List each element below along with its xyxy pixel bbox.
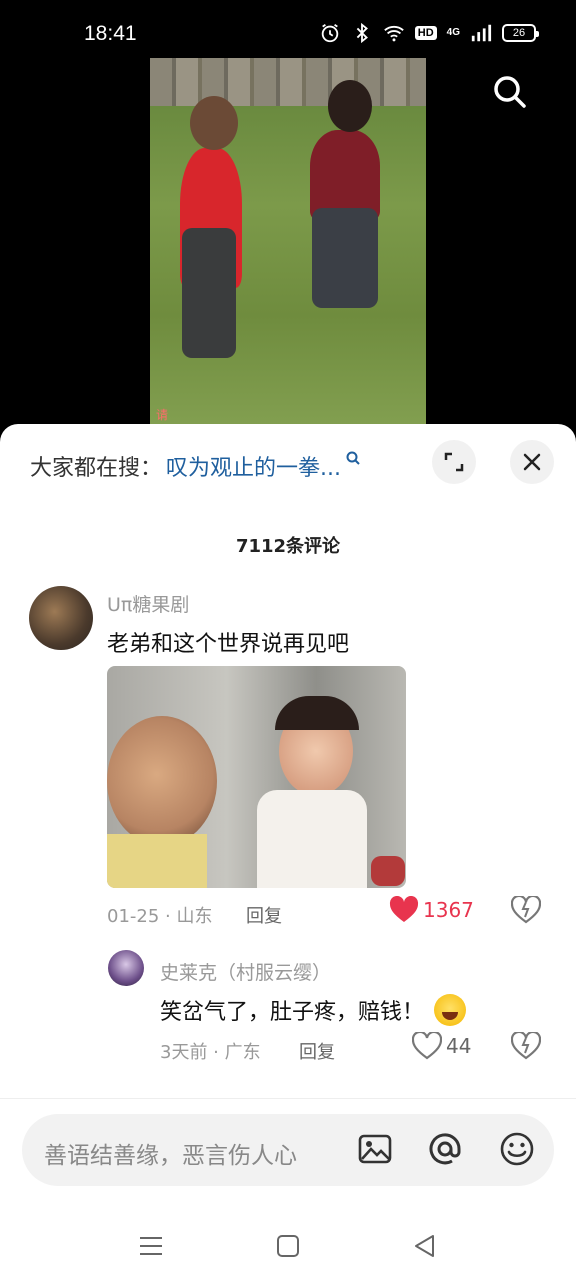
video-child-legs xyxy=(312,208,378,308)
reply-button[interactable]: 回复 xyxy=(246,902,282,928)
close-button[interactable] xyxy=(510,440,554,484)
reply-date-location: 3天前 · 广东 xyxy=(160,1042,261,1063)
reply-text-row: 笑岔气了，肚子疼，赔钱！ xyxy=(160,994,467,1026)
reply-text: 笑岔气了，肚子疼，赔钱！ xyxy=(160,1000,425,1025)
reply-username[interactable]: 史莱克（村服云缨） xyxy=(160,958,331,985)
dislike-icon[interactable] xyxy=(511,896,541,924)
alarm-icon xyxy=(321,23,339,43)
comment-sheet: 大家都在搜： 叹为观止的一拳... 7112条评论 Uπ糖果剧 老弟和这个世界说… xyxy=(0,424,576,1280)
signal-icon xyxy=(471,24,492,42)
video-child-legs-2 xyxy=(182,228,236,358)
like-button[interactable]: 1367 xyxy=(389,896,474,924)
home-icon[interactable] xyxy=(274,1232,302,1260)
video-child-maroon xyxy=(310,130,380,220)
comment-text: 老弟和这个世界说再见吧 xyxy=(107,632,350,657)
heart-icon xyxy=(389,896,419,922)
trending-search-prefix: 大家都在搜： xyxy=(30,456,163,481)
image-girl-body xyxy=(257,790,367,888)
back-icon[interactable] xyxy=(411,1232,439,1260)
status-time: 18:41 xyxy=(84,22,137,45)
image-icon[interactable] xyxy=(356,1130,394,1168)
search-icon[interactable] xyxy=(490,72,530,112)
video-child-head-2 xyxy=(328,80,372,132)
status-bar: 18:41 HD 4G 26 xyxy=(0,0,576,58)
image-girl-hair xyxy=(275,696,359,730)
comments-count: 7112条评论 xyxy=(235,536,341,557)
at-icon[interactable] xyxy=(426,1130,464,1168)
reply-avatar[interactable] xyxy=(108,950,144,986)
close-icon xyxy=(523,453,541,471)
like-count: 1367 xyxy=(423,898,474,922)
status-icons: HD 4G 26 xyxy=(319,22,539,44)
wifi-icon xyxy=(384,25,404,42)
avatar[interactable] xyxy=(29,586,93,650)
heart-outline-icon xyxy=(412,1032,442,1060)
video-player[interactable] xyxy=(150,58,426,426)
comment-date-location: 01-25 · 山东 xyxy=(107,906,213,927)
laughing-emoji-icon xyxy=(434,994,467,1026)
expand-button[interactable] xyxy=(432,440,476,484)
reply-like-count: 44 xyxy=(446,1034,472,1058)
image-glove xyxy=(371,856,405,886)
hd-badge: HD xyxy=(414,26,437,40)
reply-like-button[interactable]: 44 xyxy=(412,1032,471,1060)
video-background-wall xyxy=(150,58,426,106)
trending-search[interactable]: 大家都在搜： 叹为观止的一拳... xyxy=(30,450,361,482)
emoji-icon[interactable] xyxy=(498,1130,536,1168)
image-boy-shirt xyxy=(107,834,207,888)
video-caption: 请 xyxy=(156,408,169,422)
comment-username[interactable]: Uπ糖果剧 xyxy=(107,590,189,617)
bluetooth-icon xyxy=(356,22,368,44)
menu-icon[interactable] xyxy=(137,1232,165,1260)
network-label: 4G xyxy=(446,27,460,38)
small-search-icon xyxy=(346,451,360,465)
system-nav-bar xyxy=(0,1214,576,1280)
reply-reply-button[interactable]: 回复 xyxy=(299,1038,335,1064)
comment-input-placeholder: 善语结善缘，恶言伤人心 xyxy=(44,1143,297,1169)
trending-search-keyword[interactable]: 叹为观止的一拳... xyxy=(166,450,341,482)
divider xyxy=(0,1098,576,1099)
expand-icon xyxy=(444,452,464,472)
comment-image[interactable] xyxy=(107,666,406,888)
comment-input[interactable]: 善语结善缘，恶言伤人心 xyxy=(22,1114,554,1186)
battery-icon: 26 xyxy=(502,24,539,42)
image-boy-head xyxy=(107,716,217,846)
video-child-head-1 xyxy=(190,96,238,150)
reply-dislike-icon[interactable] xyxy=(511,1032,541,1060)
